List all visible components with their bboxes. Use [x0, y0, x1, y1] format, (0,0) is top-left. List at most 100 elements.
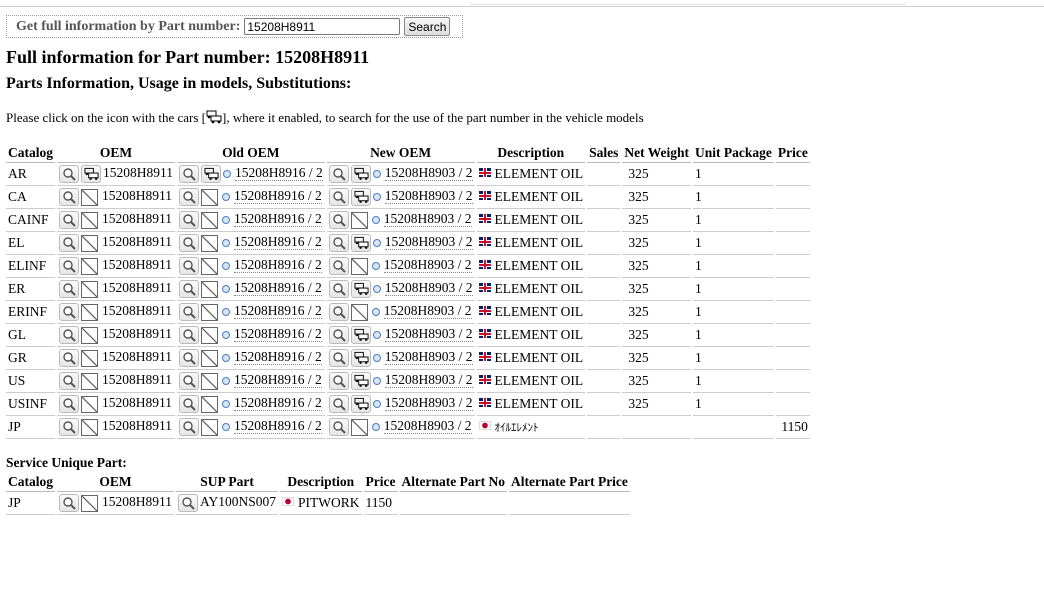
magnifier-icon[interactable]	[59, 188, 79, 206]
magnifier-icon[interactable]	[59, 211, 79, 229]
magnifier-icon[interactable]	[179, 234, 199, 252]
cars-icon[interactable]	[350, 349, 371, 367]
oem-part-number: 15208H8911	[102, 303, 172, 319]
new-oem-link[interactable]: 15208H8903 / 2	[384, 280, 473, 297]
magnifier-icon[interactable]	[59, 280, 79, 298]
magnifier-icon[interactable]	[179, 211, 199, 229]
magnifier-icon[interactable]	[328, 234, 349, 252]
weight-value: 325	[628, 281, 649, 296]
info-icon	[372, 170, 381, 178]
magnifier-icon[interactable]	[179, 349, 199, 367]
table-row: ERINF 15208H8911 15208H8916 / 2 15208H8903 …	[6, 301, 810, 324]
magnifier-icon[interactable]	[59, 494, 79, 512]
old-oem-link[interactable]: 15208H8916 / 2	[234, 326, 322, 343]
cars-icon[interactable]	[81, 165, 101, 183]
magnifier-icon[interactable]	[59, 234, 79, 252]
magnifier-icon[interactable]	[179, 326, 199, 344]
magnifier-icon[interactable]	[178, 494, 198, 512]
cars-icon[interactable]	[350, 165, 371, 183]
table-row: GR 15208H8911 15208H8916 / 2 15208H8903 / 2…	[6, 347, 810, 370]
new-oem-link[interactable]: 15208H8903 / 2	[383, 257, 472, 274]
catalog-code: ELINF	[8, 258, 47, 273]
new-oem-cell: 15208H8903 / 2	[326, 186, 475, 209]
magnifier-icon[interactable]	[179, 372, 199, 390]
cars-icon[interactable]	[350, 280, 371, 298]
magnifier-icon[interactable]	[179, 418, 199, 436]
new-oem-link[interactable]: 15208H8903 / 2	[384, 395, 473, 412]
magnifier-icon[interactable]	[59, 257, 79, 275]
magnifier-icon[interactable]	[179, 188, 199, 206]
new-oem-link[interactable]: 15208H8903 / 2	[384, 326, 473, 343]
unit-value: 1	[695, 327, 702, 342]
magnifier-icon[interactable]	[59, 349, 79, 367]
new-oem-link[interactable]: 15208H8903 / 2	[384, 234, 473, 251]
weight-cell: 325	[622, 278, 691, 301]
magnifier-icon[interactable]	[328, 372, 349, 390]
old-oem-link[interactable]: 15208H8916 / 2	[234, 418, 322, 435]
magnifier-icon[interactable]	[328, 280, 349, 298]
new-oem-link[interactable]: 15208H8903 / 2	[383, 211, 472, 228]
old-oem-link[interactable]: 15208H8916 / 2	[234, 188, 322, 205]
oem-cell: 15208H8911	[57, 301, 175, 324]
magnifier-icon[interactable]	[328, 395, 349, 413]
old-oem-link[interactable]: 15208H8916 / 2	[234, 395, 322, 412]
magnifier-icon[interactable]	[328, 418, 349, 436]
new-oem-link[interactable]: 15208H8903 / 2	[383, 303, 472, 320]
magnifier-icon[interactable]	[179, 303, 199, 321]
unit-value: 1	[695, 235, 702, 250]
unit-cell	[693, 416, 774, 439]
new-oem-link[interactable]: 15208H8903 / 2	[384, 165, 473, 182]
cars-icon[interactable]	[350, 326, 371, 344]
unit-value: 1	[695, 281, 702, 296]
new-oem-link[interactable]: 15208H8903 / 2	[384, 372, 473, 389]
magnifier-icon[interactable]	[328, 188, 349, 206]
new-oem-link[interactable]: 15208H8903 / 2	[383, 418, 472, 435]
table-row: ER 15208H8911 15208H8916 / 2 15208H8903 / 2…	[6, 278, 810, 301]
cars-icon[interactable]	[350, 234, 371, 252]
no-image-icon	[81, 303, 98, 321]
cars-icon[interactable]	[350, 188, 371, 206]
info-icon	[222, 308, 230, 316]
magnifier-icon[interactable]	[179, 280, 199, 298]
magnifier-icon[interactable]	[328, 326, 349, 344]
weight-cell: 325	[622, 232, 691, 255]
old-oem-link[interactable]: 15208H8916 / 2	[234, 280, 322, 297]
catalog-cell: ERINF	[6, 301, 55, 324]
oem-part-number: 15208H8911	[102, 349, 172, 365]
column-header: OEM	[57, 473, 174, 492]
oem-part-number: 15208H8911	[102, 418, 172, 434]
magnifier-icon[interactable]	[328, 165, 349, 183]
old-oem-link[interactable]: 15208H8916 / 2	[234, 303, 322, 320]
new-oem-link[interactable]: 15208H8903 / 2	[384, 188, 473, 205]
magnifier-icon[interactable]	[59, 372, 79, 390]
new-oem-link[interactable]: 15208H8903 / 2	[384, 349, 473, 366]
old-oem-link[interactable]: 15208H8916 / 2	[235, 165, 323, 182]
old-oem-link[interactable]: 15208H8916 / 2	[234, 257, 322, 274]
magnifier-icon[interactable]	[179, 257, 199, 275]
search-button[interactable]: Search	[404, 17, 451, 36]
magnifier-icon[interactable]	[59, 418, 79, 436]
old-oem-link[interactable]: 15208H8916 / 2	[234, 372, 322, 389]
magnifier-icon[interactable]	[328, 349, 349, 367]
magnifier-icon[interactable]	[328, 257, 349, 275]
price-cell	[775, 347, 810, 370]
old-oem-link[interactable]: 15208H8916 / 2	[234, 349, 322, 366]
magnifier-icon[interactable]	[59, 395, 79, 413]
magnifier-icon[interactable]	[179, 395, 199, 413]
cars-icon[interactable]	[350, 372, 371, 390]
info-icon	[372, 331, 381, 339]
info-icon	[222, 400, 230, 408]
magnifier-icon[interactable]	[328, 303, 349, 321]
magnifier-icon[interactable]	[179, 165, 199, 183]
sales-cell	[587, 163, 621, 186]
new-oem-cell: 15208H8903 / 2	[326, 232, 475, 255]
magnifier-icon[interactable]	[59, 326, 79, 344]
cars-icon[interactable]	[350, 395, 371, 413]
part-number-input[interactable]	[244, 18, 401, 35]
old-oem-link[interactable]: 15208H8916 / 2	[234, 234, 322, 251]
cars-icon[interactable]	[201, 165, 221, 183]
magnifier-icon[interactable]	[328, 211, 349, 229]
magnifier-icon[interactable]	[59, 165, 79, 183]
magnifier-icon[interactable]	[59, 303, 79, 321]
old-oem-link[interactable]: 15208H8916 / 2	[234, 211, 322, 228]
